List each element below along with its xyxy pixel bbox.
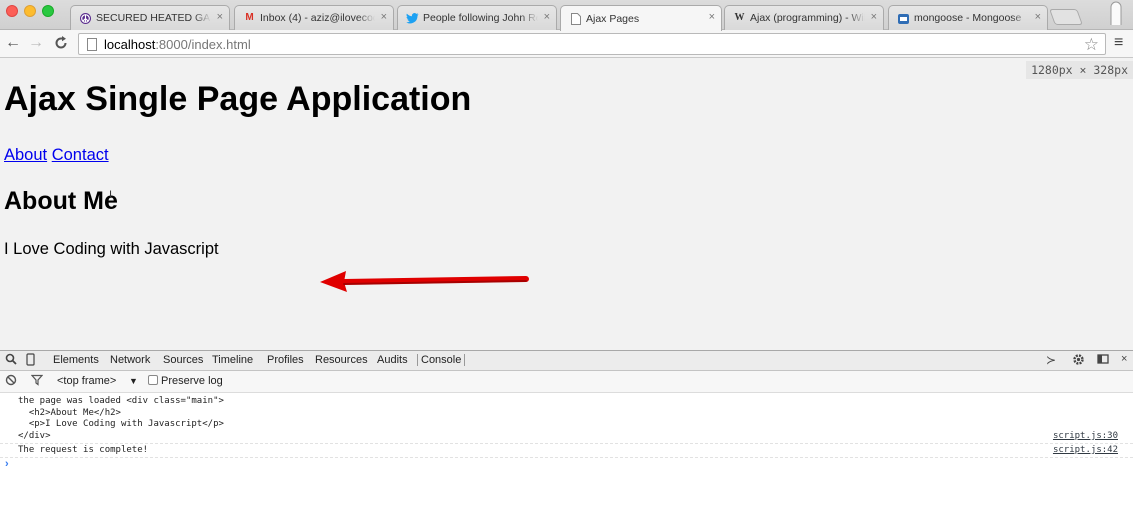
- tab-title: Ajax Pages: [586, 12, 640, 25]
- console-message: The request is complete!: [18, 445, 149, 455]
- console-source-link[interactable]: script.js:42: [1053, 445, 1118, 455]
- browser-tab[interactable]: M Inbox (4) - aziz@ilovecod ×: [234, 5, 394, 30]
- tab-close-icon[interactable]: ×: [871, 6, 877, 28]
- tab-close-icon[interactable]: ×: [544, 6, 550, 28]
- console-divider: [0, 457, 1133, 458]
- tab-title: SECURED HEATED GAR: [96, 12, 211, 24]
- peace-icon: [79, 12, 92, 25]
- nav-link-contact[interactable]: Contact: [52, 146, 109, 164]
- tab-title: mongoose - Mongoose: [914, 12, 1022, 24]
- tab-close-icon[interactable]: ×: [381, 6, 387, 28]
- browser-window: SECURED HEATED GAR × M Inbox (4) - aziz@…: [0, 0, 1133, 521]
- nav-link-about[interactable]: About: [4, 146, 47, 164]
- gear-icon[interactable]: [1072, 353, 1085, 369]
- console-message: the page was loaded <div class="main"> <…: [18, 396, 224, 441]
- new-tab-button[interactable]: [1049, 9, 1083, 25]
- devtools-tabbar: Elements Network Sources Timeline Profil…: [0, 350, 1133, 371]
- clear-console-icon[interactable]: [5, 374, 17, 389]
- close-devtools-icon[interactable]: ×: [1121, 353, 1127, 365]
- page-icon: [569, 12, 582, 25]
- console-source-link[interactable]: script.js:30: [1053, 431, 1118, 441]
- console-output: the page was loaded <div class="main"> <…: [0, 393, 1133, 521]
- close-window-button[interactable]: [6, 5, 18, 17]
- tab-strip: SECURED HEATED GAR × M Inbox (4) - aziz@…: [0, 0, 1133, 31]
- tab-close-icon[interactable]: ×: [1035, 6, 1041, 28]
- menu-icon[interactable]: ≡: [1114, 34, 1123, 52]
- tab-title: People following John Re: [423, 12, 538, 24]
- browser-toolbar: ← → localhost:8000/index.html ☆ ≡: [0, 30, 1133, 58]
- console-divider: [0, 443, 1133, 444]
- devtools-tab-network[interactable]: Network: [110, 354, 150, 366]
- zoom-window-button[interactable]: [42, 5, 54, 17]
- tab-title: Inbox (4) - aziz@ilovecod: [260, 12, 375, 24]
- chevron-down-icon[interactable]: ▼: [129, 376, 138, 386]
- wikipedia-icon: W: [734, 12, 745, 23]
- back-arrow-icon[interactable]: ←: [3, 33, 23, 53]
- section-heading: About Me: [4, 187, 118, 215]
- tab-close-icon[interactable]: ×: [709, 6, 715, 28]
- device-mode-icon[interactable]: [26, 353, 35, 369]
- url-path: :8000/index.html: [155, 37, 251, 52]
- frame-select[interactable]: <top frame>: [57, 375, 116, 387]
- url-text: localhost:8000/index.html: [104, 37, 251, 52]
- reload-icon[interactable]: [51, 33, 71, 53]
- browser-tab-active[interactable]: Ajax Pages ×: [560, 5, 722, 31]
- page-title: Ajax Single Page Application: [4, 80, 472, 118]
- devtools-tab-profiles[interactable]: Profiles: [267, 354, 304, 366]
- devtools-tab-resources[interactable]: Resources: [315, 354, 368, 366]
- section-paragraph: I Love Coding with Javascript: [4, 240, 219, 258]
- text-cursor-icon: I: [109, 189, 113, 201]
- mongoose-icon: [897, 12, 910, 25]
- page-viewport: 1280px × 328px Ajax Single Page Applicat…: [0, 58, 1133, 350]
- devtools-tab-timeline[interactable]: Timeline: [212, 354, 253, 366]
- gmail-icon: M: [245, 12, 254, 23]
- address-bar[interactable]: localhost:8000/index.html ☆: [78, 33, 1106, 55]
- page-info-icon[interactable]: [87, 38, 97, 51]
- preserve-log-label: Preserve log: [161, 375, 223, 387]
- devtools-tab-sources[interactable]: Sources: [163, 354, 203, 366]
- browser-tab[interactable]: W Ajax (programming) - Wik ×: [724, 5, 884, 30]
- console-prompt[interactable]: ›: [5, 458, 9, 470]
- profile-icon[interactable]: [1107, 1, 1125, 25]
- minimize-window-button[interactable]: [24, 5, 36, 17]
- inspect-search-icon[interactable]: [5, 353, 17, 368]
- preserve-log-checkbox[interactable]: Preserve log: [148, 375, 223, 387]
- console-drawer-icon[interactable]: ≻: [1046, 353, 1056, 367]
- console-toolbar: <top frame> ▼ Preserve log: [0, 371, 1133, 393]
- forward-arrow-icon[interactable]: →: [26, 33, 46, 53]
- browser-tab[interactable]: mongoose - Mongoose ×: [888, 5, 1048, 30]
- browser-tab[interactable]: SECURED HEATED GAR ×: [70, 5, 230, 30]
- twitter-icon: [406, 12, 419, 25]
- devtools-tab-console[interactable]: Console: [417, 354, 466, 366]
- bookmark-star-icon[interactable]: ☆: [1084, 35, 1099, 55]
- filter-icon[interactable]: [30, 374, 44, 389]
- page-nav: About Contact: [4, 146, 109, 165]
- browser-tab[interactable]: People following John Re ×: [397, 5, 557, 30]
- viewport-dimensions: 1280px × 328px: [1026, 61, 1133, 79]
- dock-side-icon[interactable]: [1097, 353, 1110, 368]
- tab-close-icon[interactable]: ×: [217, 6, 223, 28]
- devtools-tab-audits[interactable]: Audits: [377, 354, 408, 366]
- tab-title: Ajax (programming) - Wik: [750, 12, 865, 24]
- devtools-tab-elements[interactable]: Elements: [53, 354, 99, 366]
- url-host: localhost: [104, 37, 156, 52]
- red-arrow-annotation: [316, 266, 530, 297]
